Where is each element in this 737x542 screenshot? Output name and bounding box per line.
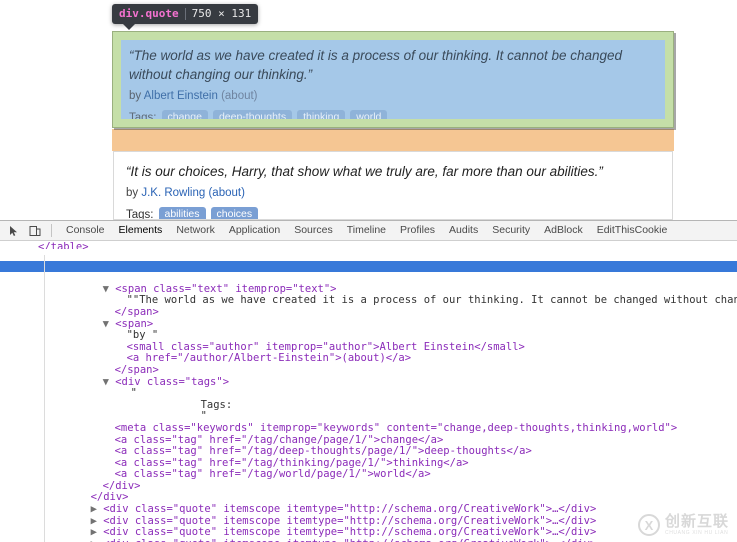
tooltip-selector: div.quote	[119, 7, 179, 20]
screenshot-root: div.quote 750 × 131 “The world as we hav…	[0, 0, 737, 542]
dom-line-tag-link[interactable]: <a class="tag" href="/tag/change/page/1/…	[0, 423, 737, 446]
devtools-tab-bar: Console Elements Network Application Sou…	[59, 222, 674, 239]
quote-byline: by J.K. Rowling (about)	[126, 187, 660, 199]
tab-security[interactable]: Security	[485, 222, 537, 239]
dom-line-span-text[interactable]: ▼ <span class="text" itemprop="text">	[0, 272, 737, 295]
tags-label: Tags:	[126, 209, 154, 220]
second-quote-box[interactable]: “It is our choices, Harry, that show wha…	[113, 151, 673, 220]
dom-line-div-tags-close: </div>	[0, 469, 737, 492]
highlighted-quote-box[interactable]: “The world as we have created it is a pr…	[112, 31, 674, 128]
dom-line-text-node: ""The world as we have created it is a p…	[0, 284, 737, 307]
quote-author: Albert Einstein	[143, 90, 218, 102]
dom-line-text-node: "by "	[0, 319, 737, 341]
dom-line-a-about[interactable]: <a href="/author/Albert-Einstein">(about…	[0, 342, 737, 365]
highlighted-quote-content: “The world as we have created it is a pr…	[121, 40, 665, 119]
tab-sources[interactable]: Sources	[287, 222, 340, 239]
dom-line-text-node: "	[0, 400, 737, 423]
quote-tags: Tags: abilities choices	[126, 207, 660, 220]
quote-text: “The world as we have created it is a pr…	[129, 48, 623, 82]
element-highlight-tooltip: div.quote 750 × 131	[112, 4, 259, 30]
dom-line-collapsed-quote[interactable]: ▶ <div class="quote" itemscope itemtype=…	[0, 527, 737, 542]
tag-link[interactable]: choices	[210, 207, 259, 219]
tab-application[interactable]: Application	[222, 222, 287, 239]
tab-timeline[interactable]: Timeline	[340, 222, 393, 239]
tab-network[interactable]: Network	[169, 222, 222, 239]
tags-label: Tags:	[129, 112, 157, 119]
tab-elements[interactable]: Elements	[112, 222, 170, 239]
by-label: by	[129, 90, 144, 102]
tab-audits[interactable]: Audits	[442, 222, 485, 239]
dom-line-col-md-8[interactable]: ▼ <div class="col-md-8">	[0, 249, 737, 272]
inspect-element-icon[interactable]	[4, 222, 23, 239]
dom-line-collapsed-quote[interactable]: ▶ <div class="quote" itemscope itemtype=…	[0, 516, 737, 538]
tab-adblock[interactable]: AdBlock	[537, 222, 590, 239]
tag-link[interactable]: change	[161, 110, 208, 119]
by-label: by	[126, 187, 142, 199]
tooltip-separator	[184, 7, 186, 20]
tag-link[interactable]: abilities	[158, 207, 206, 219]
tab-profiles[interactable]: Profiles	[393, 222, 442, 239]
dom-line-span-text-close: </span>	[0, 295, 737, 318]
author-about-link[interactable]: (about)	[221, 90, 257, 102]
quote-byline: by Albert Einstein (about)	[129, 90, 657, 102]
dom-line-collapsed-quote[interactable]: ▶ <div class="quote" itemscope itemtype=…	[0, 492, 737, 515]
dom-line-text-node: Tags:	[0, 388, 737, 411]
dom-line-tag-link[interactable]: <a class="tag" href="/tag/thinking/page/…	[0, 446, 737, 469]
tab-editthiscookie[interactable]: EditThisCookie	[590, 222, 675, 239]
tag-link[interactable]: world	[350, 110, 388, 119]
dom-line-div-quote-close: </div>	[0, 481, 737, 504]
dom-line-text-node: "	[0, 377, 737, 399]
dom-line-small-author[interactable]: <small class="author" itemprop="author">…	[0, 330, 737, 353]
dom-line-meta-keywords[interactable]: <meta class="keywords" itemprop="keyword…	[0, 411, 737, 434]
quote-author: J.K. Rowling	[141, 187, 206, 199]
dom-line-tag-link[interactable]: <a class="tag" href="/tag/world/page/1/"…	[0, 458, 737, 480]
dom-clipped-text: </table>	[38, 242, 89, 249]
dom-line-collapsed-quote[interactable]: ▶ <div class="quote" itemscope itemtype=…	[0, 504, 737, 527]
author-about-link[interactable]: (about)	[208, 187, 244, 199]
margin-highlight-band	[112, 129, 674, 151]
dom-line-div-tags[interactable]: ▼ <div class="tags">	[0, 365, 737, 388]
dom-line: </table>	[0, 242, 737, 249]
dom-line-tag-link[interactable]: <a class="tag" href="/tag/deep-thoughts/…	[0, 435, 737, 457]
device-toolbar-icon[interactable]	[25, 222, 44, 239]
tag-link[interactable]: thinking	[297, 110, 346, 119]
dom-indent-guide	[44, 255, 45, 542]
dom-tree[interactable]: </table> ▼ <div class="col-md-8"> ▼ <div…	[0, 241, 737, 542]
quote-text: “It is our choices, Harry, that show wha…	[126, 164, 603, 179]
page-viewport: div.quote 750 × 131 “The world as we hav…	[0, 0, 737, 220]
dom-line-span-close: </span>	[0, 353, 737, 376]
quote-tags: Tags: change deep-thoughts thinking worl…	[129, 110, 657, 119]
devtools-panel: Console Elements Network Application Sou…	[0, 220, 737, 542]
devtools-toolbar: Console Elements Network Application Sou…	[0, 221, 737, 241]
tag-link[interactable]: deep-thoughts	[212, 110, 293, 119]
dom-line-selected-quote[interactable]: ▼ <div class="quote" itemscope itemtype=…	[0, 260, 737, 283]
tooltip-dimensions: 750 × 131	[191, 7, 252, 20]
dom-line-span-author[interactable]: ▼ <span>	[0, 307, 737, 330]
toolbar-divider	[51, 224, 52, 237]
tab-console[interactable]: Console	[59, 222, 112, 239]
